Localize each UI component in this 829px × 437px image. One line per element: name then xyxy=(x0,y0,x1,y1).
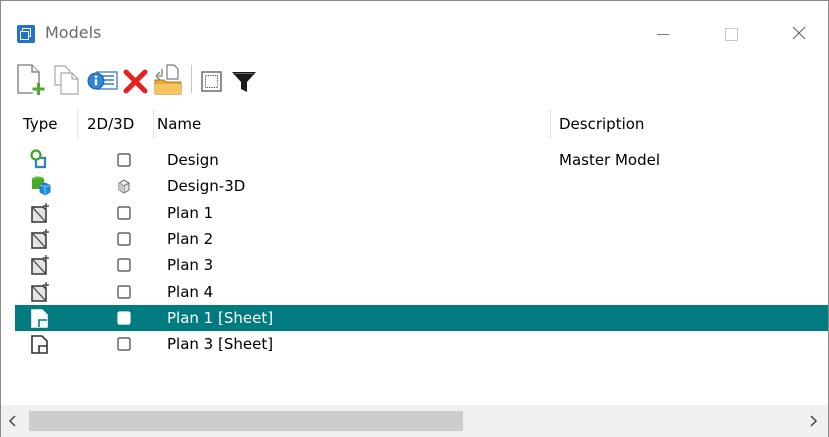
list-item[interactable]: Design-3D xyxy=(15,173,828,199)
list-item[interactable]: Plan 4 xyxy=(15,279,828,305)
model-name: Plan 1 [Sheet] xyxy=(167,308,274,327)
minimize-button[interactable] xyxy=(640,15,686,49)
model-name: Plan 3 [Sheet] xyxy=(167,335,274,354)
3d-cube-icon xyxy=(115,177,133,199)
2d-square-icon xyxy=(115,309,133,331)
chevron-left-icon xyxy=(8,415,16,427)
models-app-icon xyxy=(17,25,35,43)
delete-model-button[interactable] xyxy=(121,63,151,95)
horizontal-scrollbar[interactable] xyxy=(1,405,828,437)
red-x-delete-icon xyxy=(123,69,148,94)
column-header-2d3d[interactable]: 2D/3D xyxy=(87,109,134,139)
model-name: Plan 4 xyxy=(167,282,214,301)
drawing-model-icon xyxy=(29,281,51,307)
properties-icon xyxy=(87,71,118,90)
list-item[interactable]: Plan 3 [Sheet] xyxy=(15,331,828,357)
2d-square-icon xyxy=(115,335,133,357)
3d-model-icon xyxy=(29,175,51,201)
copy-model-button[interactable] xyxy=(51,63,81,95)
funnel-filter-icon xyxy=(232,72,256,92)
design-model-icon xyxy=(29,149,51,175)
scroll-right-button[interactable] xyxy=(807,405,829,437)
model-name: Design-3D xyxy=(167,177,246,196)
title-bar[interactable]: Models xyxy=(1,1,828,51)
list-item[interactable]: Plan 1 [Sheet] xyxy=(15,304,828,333)
close-button[interactable] xyxy=(776,15,822,49)
model-name: Design xyxy=(167,151,219,169)
model-description: Master Model xyxy=(559,151,661,169)
list-item[interactable]: Plan 2 xyxy=(15,226,828,252)
select-view-button[interactable] xyxy=(197,63,227,95)
import-model-button[interactable] xyxy=(153,63,183,95)
models-list: Type 2D/3D Name Description Design Master… xyxy=(15,109,828,397)
import-folder-icon xyxy=(154,64,182,95)
toolbar-separator xyxy=(191,65,192,93)
2d-square-icon xyxy=(115,204,133,226)
copy-document-icon xyxy=(54,65,79,95)
column-header-description[interactable]: Description xyxy=(559,109,644,139)
model-name: Plan 2 xyxy=(167,229,214,248)
2d-square-icon xyxy=(115,151,133,173)
drawing-model-icon xyxy=(29,254,51,280)
sheet-model-icon xyxy=(29,333,51,359)
2d-square-icon xyxy=(115,283,133,305)
maximize-button[interactable] xyxy=(708,15,754,49)
list-header: Type 2D/3D Name Description xyxy=(15,109,828,139)
chevron-right-icon xyxy=(810,415,818,427)
scrollbar-thumb[interactable] xyxy=(29,411,463,431)
create-model-button[interactable] xyxy=(15,63,45,95)
2d-square-icon xyxy=(115,230,133,252)
model-name: Plan 1 xyxy=(167,203,214,222)
new-document-plus-icon xyxy=(17,64,45,95)
toolbar xyxy=(1,57,828,101)
close-icon xyxy=(792,26,806,40)
filter-button[interactable] xyxy=(229,63,259,95)
model-properties-button[interactable] xyxy=(85,63,118,95)
list-item[interactable]: Plan 1 xyxy=(15,200,828,226)
list-item[interactable]: Design Master Model xyxy=(15,147,828,173)
model-name: Plan 3 xyxy=(167,256,214,275)
window-title: Models xyxy=(45,23,102,42)
column-header-name[interactable]: Name xyxy=(157,109,201,139)
list-item[interactable]: Plan 3 xyxy=(15,252,828,278)
sheet-model-icon xyxy=(29,307,51,333)
dotted-rectangle-icon xyxy=(201,71,222,92)
drawing-model-icon xyxy=(29,202,51,228)
2d-square-icon xyxy=(115,256,133,278)
models-dialog: Models Type 2D/3D Name Description Desig… xyxy=(0,0,829,437)
drawing-model-icon xyxy=(29,228,51,254)
column-header-type[interactable]: Type xyxy=(23,109,57,139)
